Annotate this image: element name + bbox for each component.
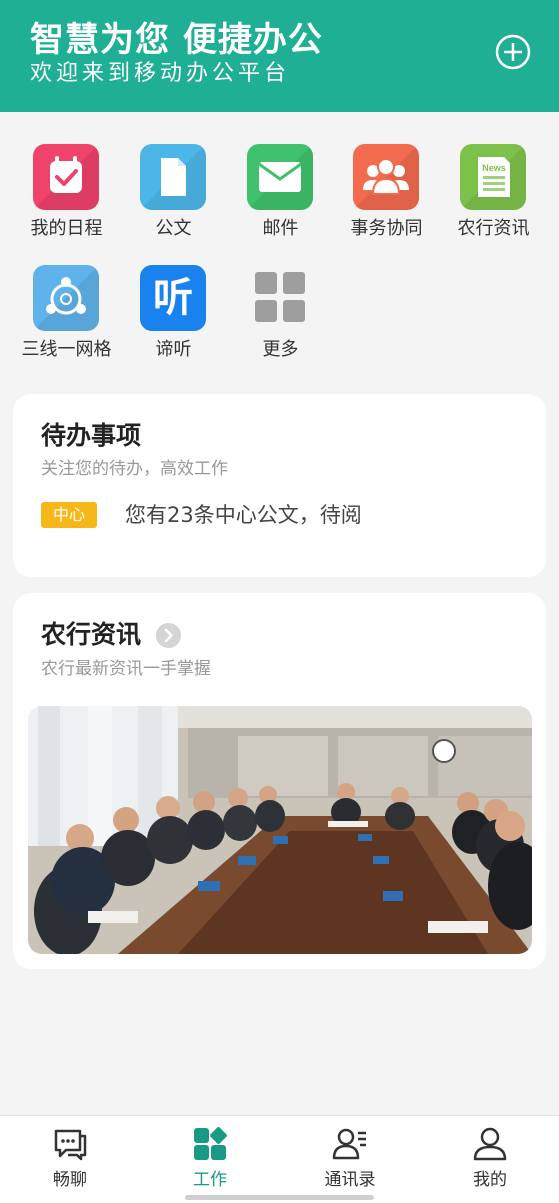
tab-label: 畅聊 xyxy=(53,1170,87,1190)
header-title: 智慧为您 便捷办公 xyxy=(30,20,323,60)
chat-icon xyxy=(54,1129,87,1161)
news-photo[interactable] xyxy=(28,706,532,954)
grid-more-icon xyxy=(247,265,313,331)
app-label: 农行资讯 xyxy=(457,218,530,239)
users-icon xyxy=(353,144,419,210)
app-three-line-grid[interactable]: 三线一网格 xyxy=(13,265,120,375)
work-grid-icon xyxy=(194,1127,227,1160)
app-label: 邮件 xyxy=(262,218,299,239)
todo-subtitle: 关注您的待办，高效工作 xyxy=(41,459,228,479)
tab-label: 通讯录 xyxy=(324,1170,376,1190)
app-mail[interactable]: 邮件 xyxy=(227,144,334,254)
news-tag: News xyxy=(482,163,506,173)
app-listen[interactable]: 听 谛听 xyxy=(120,265,227,375)
listen-icon: 听 xyxy=(140,265,206,331)
document-icon xyxy=(140,144,206,210)
tab-me[interactable]: 我的 xyxy=(420,1116,559,1203)
news-icon: News xyxy=(460,144,526,210)
news-card: 农行资讯 农行最新资讯一手掌握 xyxy=(13,593,546,969)
tab-label: 工作 xyxy=(193,1170,227,1190)
status-badge: 中心 xyxy=(41,502,97,528)
plus-circle-icon[interactable] xyxy=(494,33,532,71)
contacts-icon xyxy=(332,1128,366,1160)
todo-title: 待办事项 xyxy=(41,421,142,450)
app-grid: 我的日程 公文 邮件 事务协同 News 农行资讯 三线一网格 听 谛听 更多 xyxy=(0,112,559,382)
tab-work[interactable]: 工作 xyxy=(140,1116,280,1203)
news-title[interactable]: 农行资讯 xyxy=(41,619,141,651)
todo-item-text[interactable]: 您有23条中心公文，待阅 xyxy=(125,500,362,530)
bottom-tab-bar: 畅聊 工作 通讯录 我的 xyxy=(0,1115,559,1203)
app-header: 智慧为您 便捷办公 欢迎来到移动办公平台 xyxy=(0,0,559,112)
app-more[interactable]: 更多 xyxy=(227,265,334,375)
app-label: 事务协同 xyxy=(350,218,423,239)
calendar-check-icon xyxy=(33,144,99,210)
news-subtitle: 农行最新资讯一手掌握 xyxy=(41,659,211,679)
app-label: 更多 xyxy=(262,339,299,360)
mail-icon xyxy=(247,144,313,210)
network-icon xyxy=(33,265,99,331)
app-label: 三线一网格 xyxy=(21,339,112,360)
todo-card[interactable]: 待办事项 关注您的待办，高效工作 中心 您有23条中心公文，待阅 xyxy=(13,394,546,577)
app-label: 谛听 xyxy=(155,339,192,360)
app-label: 我的日程 xyxy=(30,218,103,239)
tab-chat[interactable]: 畅聊 xyxy=(0,1116,140,1203)
app-label: 公文 xyxy=(155,218,192,239)
tab-label: 我的 xyxy=(473,1170,507,1190)
app-abc-news[interactable]: News 农行资讯 xyxy=(440,144,547,254)
app-official-docs[interactable]: 公文 xyxy=(120,144,227,254)
tab-contacts[interactable]: 通讯录 xyxy=(280,1116,420,1203)
profile-icon xyxy=(473,1127,507,1161)
app-my-schedule[interactable]: 我的日程 xyxy=(13,144,120,254)
header-subtitle: 欢迎来到移动办公平台 xyxy=(30,61,291,86)
chevron-right-icon[interactable] xyxy=(156,623,181,648)
listen-glyph: 听 xyxy=(153,275,193,321)
home-indicator[interactable] xyxy=(185,1195,374,1200)
app-collaboration[interactable]: 事务协同 xyxy=(333,144,440,254)
